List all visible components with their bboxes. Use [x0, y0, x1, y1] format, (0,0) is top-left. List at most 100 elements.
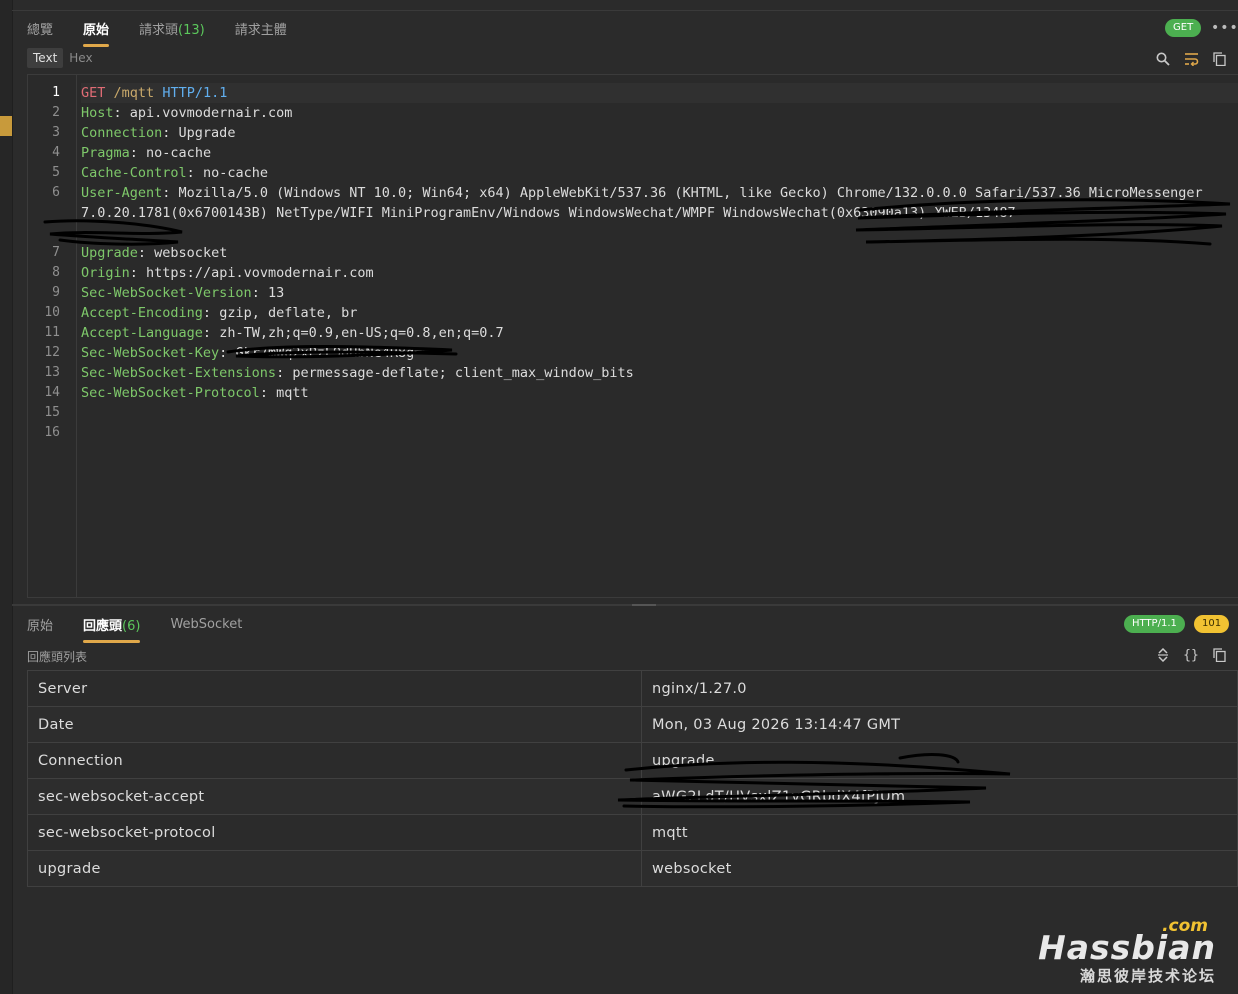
method-badge: GET: [1165, 19, 1202, 37]
header-value: https://api.vovmodernair.com: [146, 265, 374, 281]
current-line-highlight: [81, 83, 1238, 103]
header-line: Upgrade: websocket: [81, 245, 228, 261]
tab-raw[interactable]: 原始: [83, 19, 110, 47]
response-toolbar: {}: [1155, 647, 1227, 663]
tab-overview[interactable]: 總覽: [27, 19, 53, 38]
header-value-cell: nginx/1.27.0: [641, 670, 1238, 707]
header-name-cell: sec-websocket-accept: [27, 778, 642, 815]
response-headers-list-label: 回應頭列表: [27, 650, 88, 664]
header-name: Upgrade: [81, 245, 138, 261]
line-number: 7: [52, 245, 60, 260]
header-value: gzip, deflate, br: [219, 305, 358, 321]
protocol-badge: HTTP/1.1: [1124, 615, 1185, 633]
braces-icon[interactable]: {}: [1183, 647, 1199, 663]
header-line: Sec-WebSocket-Extensions: permessage-def…: [81, 365, 634, 381]
table-row[interactable]: sec-websocket-protocol mqtt: [27, 814, 1238, 851]
header-name: Connection: [81, 125, 163, 141]
tab-label: 原始: [83, 22, 110, 38]
header-name: Accept-Language: [81, 325, 203, 341]
tab-request-body[interactable]: 請求主體: [235, 19, 287, 38]
view-mode-text[interactable]: Text: [27, 48, 64, 68]
search-icon[interactable]: [1155, 51, 1171, 67]
line-number: 14: [44, 385, 60, 400]
status-badge: 101: [1194, 615, 1230, 633]
header-value-cell: websocket: [641, 850, 1238, 887]
panel-divider[interactable]: [12, 604, 1238, 606]
header-line: Accept-Language: zh-TW,zh;q=0.9,en-US;q=…: [81, 325, 504, 341]
table-row[interactable]: Date Mon, 03 Aug 2026 13:14:47 GMT: [27, 706, 1238, 743]
header-value: api.vovmodernair.com: [129, 105, 293, 121]
table-row[interactable]: Server nginx/1.27.0: [27, 670, 1238, 707]
tab-label: WebSocket: [170, 616, 243, 632]
header-line: Accept-Encoding: gzip, deflate, br: [81, 305, 358, 321]
line-number: 12: [44, 345, 60, 360]
line-number: 11: [44, 325, 60, 340]
line-number: 1: [52, 85, 60, 100]
wrap-icon[interactable]: [1183, 51, 1199, 67]
tab-count: (6): [122, 618, 141, 634]
more-icon[interactable]: •••: [1211, 20, 1238, 36]
header-line: Pragma: no-cache: [81, 145, 212, 161]
header-line: Sec-WebSocket-Key: Gkr7mWq2xPzL9dHbNe4R8…: [81, 345, 431, 361]
header-value: no-cache: [146, 145, 212, 161]
sort-icon[interactable]: [1155, 647, 1171, 663]
response-tabs: 原始 回應頭(6) WebSocket: [27, 610, 272, 643]
table-row[interactable]: sec-websocket-accept aWG2LdT/HVsxlZ1vGRbd…: [27, 778, 1238, 815]
header-line: Cache-Control: no-cache: [81, 165, 268, 181]
left-gutter: [0, 0, 13, 994]
line-number: 3: [52, 125, 60, 140]
view-mode-hex[interactable]: Hex: [63, 48, 98, 68]
header-value: websocket: [154, 245, 228, 261]
response-headers-table: Server nginx/1.27.0 Date Mon, 03 Aug 2026 …: [27, 670, 1238, 887]
header-line: User-Agent: Mozilla/5.0 (Windows NT 10.0…: [81, 185, 1203, 201]
http-method: GET: [81, 85, 106, 101]
tab-label: 總覽: [27, 22, 54, 38]
line-number: 10: [44, 305, 60, 320]
header-name: Sec-WebSocket-Version: [81, 285, 252, 301]
resize-grip[interactable]: [632, 604, 656, 606]
tab-websocket[interactable]: WebSocket: [170, 617, 242, 632]
header-value: Mozilla/5.0 (Windows NT 10.0; Win64; x64…: [178, 185, 1203, 201]
copy-icon[interactable]: [1211, 51, 1227, 67]
line-number: 9: [52, 285, 60, 300]
header-name: Sec-WebSocket-Key: [81, 345, 220, 361]
code-area: GET /mqtt HTTP/1.1 Host: api.vovmodernai…: [81, 75, 1238, 597]
header-value: Upgrade: [178, 125, 236, 141]
header-line-wrapped: 7.0.20.1781(0x6700143B) NetType/WIFI Min…: [81, 203, 1016, 223]
header-value-cell: upgrade: [641, 742, 1238, 779]
gutter-marker: [0, 116, 12, 136]
header-value-cell: aWG2LdT/HVsxlZ1vGRbdX4fPJUm: [641, 778, 1238, 815]
header-name: Origin: [81, 265, 130, 281]
tab-response-headers[interactable]: 回應頭(6): [83, 615, 141, 643]
top-border: [12, 10, 1238, 11]
header-line: Host: api.vovmodernair.com: [81, 105, 293, 121]
tab-response-raw[interactable]: 原始: [27, 615, 53, 634]
line-number: 8: [52, 265, 60, 280]
copy-icon[interactable]: [1211, 647, 1227, 663]
header-value: zh-TW,zh;q=0.9,en-US;q=0.8,en;q=0.7: [219, 325, 504, 341]
header-name: Sec-WebSocket-Protocol: [81, 385, 260, 401]
header-name-cell: upgrade: [27, 850, 642, 887]
line-number: 6: [52, 185, 60, 200]
tab-request-headers[interactable]: 請求頭(13): [139, 19, 205, 38]
hassbian-watermark: .com Hassbian 瀚思彼岸技术论坛: [1038, 916, 1216, 986]
header-name-cell: Server: [27, 670, 642, 707]
header-value: 13: [267, 285, 285, 301]
header-value-cell: Mon, 03 Aug 2026 13:14:47 GMT: [641, 706, 1238, 743]
table-row[interactable]: upgrade websocket: [27, 850, 1238, 887]
request-tabs: 總覽 原始 請求頭(13) 請求主體: [27, 14, 317, 47]
header-name: Sec-WebSocket-Extensions: [81, 365, 277, 381]
header-name: Pragma: [81, 145, 130, 161]
line-number: 15: [44, 405, 60, 420]
tab-label: 請求頭: [139, 22, 179, 38]
header-value: mqtt: [276, 385, 309, 401]
table-row[interactable]: Connection upgrade: [27, 742, 1238, 779]
header-name-cell: Connection: [27, 742, 642, 779]
raw-request-editor[interactable]: 1 2 3 4 5 6 7 8 9 10 11 12 13 14 15 16 G…: [27, 74, 1238, 598]
header-name: Cache-Control: [81, 165, 187, 181]
header-name-cell: sec-websocket-protocol: [27, 814, 642, 851]
header-name: Accept-Encoding: [81, 305, 203, 321]
header-value: 7.0.20.1781(0x6700143B) NetType/WIFI Min…: [81, 205, 1016, 221]
line-number: 5: [52, 165, 60, 180]
request-path: /mqtt: [113, 85, 155, 101]
